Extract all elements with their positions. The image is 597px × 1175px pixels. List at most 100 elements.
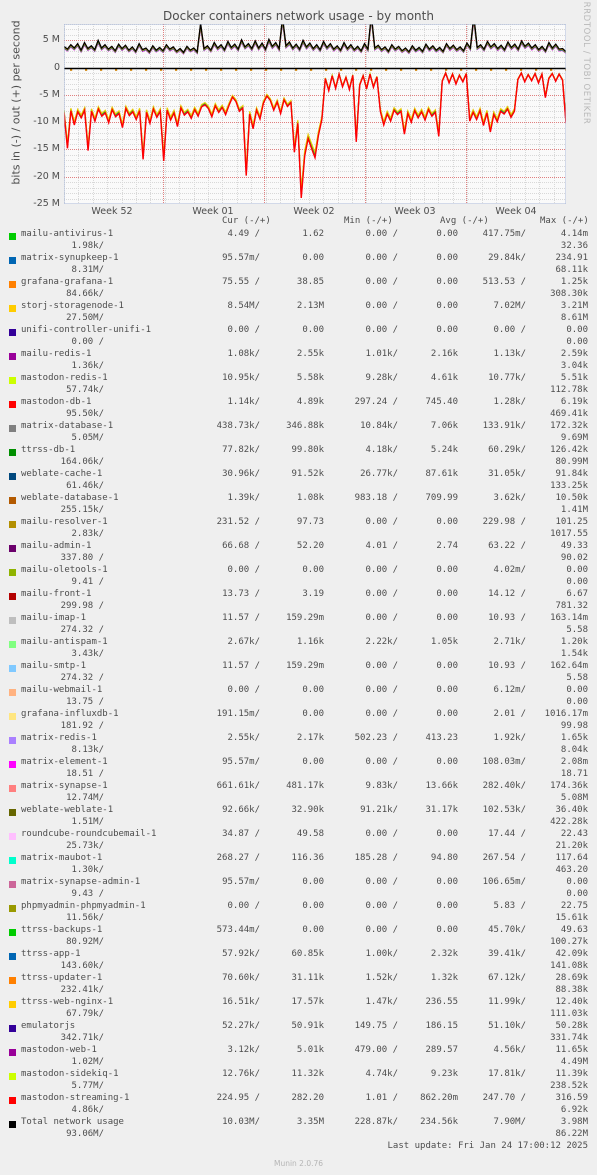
legend-row[interactable]: matrix-redis-1 2.55k/2.17k 502.23 / 413.23 1… (0, 733, 597, 757)
legend-row[interactable]: mailu-smtp-1 11.57 / 159.29m 0.00 / 0.00 10.9… (0, 661, 597, 685)
legend-row[interactable]: mastodon-streaming-1 224.95 / 282.20 1.01 /… (0, 1093, 597, 1117)
legend-value-min-pos: 13.66k (425, 781, 458, 791)
legend-row[interactable]: mailu-front-1 13.73 / 3.19 0.00 / 0.00 14.12 … (0, 589, 597, 613)
legend-value-max-pos: 308.30k (550, 288, 588, 299)
legend-row[interactable]: mailu-oletools-1 0.00 / 0.00 0.00 / 0.00 4.02… (0, 565, 597, 589)
legend-series-label[interactable]: matrix-synapse-1 (21, 781, 108, 793)
legend-row[interactable]: mailu-antispam-1 2.67k/1.16k 2.22k/1.05k 2.… (0, 637, 597, 661)
legend-row[interactable]: mailu-redis-1 1.08k/2.55k 1.01k/2.16k 1.13k… (0, 349, 597, 373)
legend-series-label[interactable]: emulatorjs (21, 1021, 75, 1033)
legend-value-avg-pos: 12.40k (555, 997, 588, 1007)
legend-value-min-pos: 0.00 (436, 253, 458, 263)
legend-value-avg-pos: 2.08m (560, 757, 588, 767)
y-tick-label: 5 M (42, 34, 60, 46)
legend-row[interactable]: matrix-element-1 95.57m/0.00 0.00 / 0.00 108… (0, 757, 597, 781)
legend-series-label[interactable]: ttrss-backups-1 (21, 925, 102, 937)
legend-series-label[interactable]: mailu-smtp-1 (21, 661, 86, 673)
legend-series-label[interactable]: matrix-maubot-1 (21, 853, 102, 865)
legend-series-label[interactable]: storj-storagenode-1 (21, 301, 124, 313)
legend-series-label[interactable]: mastodon-sidekiq-1 (21, 1069, 119, 1081)
legend-series-label[interactable]: mailu-admin-1 (21, 541, 91, 553)
legend-row[interactable]: ttrss-updater-1 70.60k/31.11k 1.52k/1.32k 6… (0, 973, 597, 997)
legend-row[interactable]: ttrss-web-nginx-1 16.51k/17.57k 1.47k/236.… (0, 997, 597, 1021)
legend-row[interactable]: ttrss-app-1 57.92k/60.85k 1.00k/2.32k 39.41… (0, 949, 597, 973)
legend-value-avg-neg: 1.92k/ (493, 733, 526, 743)
legend-series-label[interactable]: weblate-database-1 (21, 493, 119, 505)
legend-row[interactable]: unifi-controller-unifi-1 0.00 /0.00 0.00 /… (0, 325, 597, 349)
legend-series-label[interactable]: mailu-antispam-1 (21, 637, 108, 649)
legend-series-label[interactable]: mastodon-web-1 (21, 1045, 97, 1057)
legend-value-cur-pos: 50.91k (291, 1021, 324, 1031)
legend-row[interactable]: ttrss-backups-1 573.44m/0.00 0.00 / 0.00 45.… (0, 925, 597, 949)
legend-row[interactable]: grafana-influxdb-1 191.15m/0.00 0.00 / 0.00… (0, 709, 597, 733)
legend-row[interactable]: Total network usage 10.03M/3.35M 228.87k/2… (0, 1117, 597, 1141)
legend-row[interactable]: matrix-synapse-admin-1 95.57m/0.00 0.00 / 0… (0, 877, 597, 901)
legend-row[interactable]: matrix-synupkeep-1 95.57m/0.00 0.00 / 0.00 2… (0, 253, 597, 277)
legend-series-label[interactable]: mastodon-streaming-1 (21, 1093, 129, 1105)
legend-value-max-neg: 8.13k/ (71, 744, 104, 755)
legend-series-label[interactable]: unifi-controller-unifi-1 (21, 325, 151, 337)
graph-title: Docker containers network usage - by mon… (163, 9, 434, 23)
legend-row[interactable]: weblate-database-1 1.39k/1.08k 983.18 / 709… (0, 493, 597, 517)
legend-row[interactable]: emulatorjs 52.27k/50.91k 149.75 / 186.15 51.… (0, 1021, 597, 1045)
legend-value-cur-pos: 91.52k (291, 469, 324, 479)
legend-value-avg-neg: 63.22 / (488, 541, 526, 551)
legend-row[interactable]: phpmyadmin-phpmyadmin-1 0.00 / 0.00 0.00 / 0… (0, 901, 597, 925)
legend-value-avg-pos: 6.67 (566, 589, 588, 599)
legend-value-min-pos: 0.00 (436, 925, 458, 935)
legend-series-label[interactable]: mailu-webmail-1 (21, 685, 102, 697)
legend-value-min-neg: 0.00 / (365, 661, 398, 671)
legend-series-label[interactable]: mailu-front-1 (21, 589, 91, 601)
legend-series-label[interactable]: matrix-synapse-admin-1 (21, 877, 140, 889)
legend-value-cur-neg: 0.00 / (227, 901, 260, 911)
legend-series-label[interactable]: phpmyadmin-phpmyadmin-1 (21, 901, 146, 913)
legend-row[interactable]: mailu-resolver-1 231.52 / 97.73 0.00 / 0.00 2… (0, 517, 597, 541)
y-tick-label: -15 M (33, 143, 60, 155)
legend-value-min-neg: 91.21k/ (360, 805, 398, 815)
legend-series-label[interactable]: mailu-imap-1 (21, 613, 86, 625)
legend-row[interactable]: matrix-synapse-1 661.61k/481.17k 9.83k/13.… (0, 781, 597, 805)
legend-row[interactable]: mailu-antivirus-1 4.49 / 1.62 0.00 / 0.00 417… (0, 229, 597, 253)
legend-series-label[interactable]: weblate-cache-1 (21, 469, 102, 481)
legend-row[interactable]: grafana-grafana-1 75.55 / 38.85 0.00 / 0.00 5… (0, 277, 597, 301)
legend-series-label[interactable]: matrix-synupkeep-1 (21, 253, 119, 265)
legend-row[interactable]: storj-storagenode-1 8.54M/2.13M 0.00 / 0.00… (0, 301, 597, 325)
legend-series-label[interactable]: mailu-antivirus-1 (21, 229, 113, 241)
legend-series-label[interactable]: mailu-oletools-1 (21, 565, 108, 577)
legend-row[interactable]: weblate-cache-1 30.96k/91.52k 26.77k/87.61… (0, 469, 597, 493)
legend-series-label[interactable]: ttrss-db-1 (21, 445, 75, 457)
legend-row[interactable]: mastodon-web-1 3.12k/5.01k 479.00 / 289.57 4… (0, 1045, 597, 1069)
legend-row[interactable]: ttrss-db-1 77.82k/99.80k 4.18k/5.24k 60.29k… (0, 445, 597, 469)
legend-series-label[interactable]: mastodon-redis-1 (21, 373, 108, 385)
legend-value-avg-neg: 29.84k/ (488, 253, 526, 263)
legend-color-swatch (9, 976, 16, 984)
legend-series-label[interactable]: ttrss-app-1 (21, 949, 81, 961)
legend-value-min-pos: 2.32k (430, 949, 458, 959)
legend-row[interactable]: matrix-maubot-1 268.27 / 116.36 185.28 / 94.… (0, 853, 597, 877)
legend-series-label[interactable]: mailu-redis-1 (21, 349, 91, 361)
legend-row[interactable]: mailu-webmail-1 0.00 / 0.00 0.00 / 0.00 6.12m… (0, 685, 597, 709)
legend-series-label[interactable]: ttrss-web-nginx-1 (21, 997, 113, 1009)
legend-series-label[interactable]: weblate-weblate-1 (21, 805, 113, 817)
legend-series-label[interactable]: ttrss-updater-1 (21, 973, 102, 985)
legend-series-label[interactable]: grafana-influxdb-1 (21, 709, 119, 721)
legend-series-label[interactable]: mailu-resolver-1 (21, 517, 108, 529)
legend-series-label[interactable]: matrix-redis-1 (21, 733, 97, 745)
legend-series-label[interactable]: mastodon-db-1 (21, 397, 91, 409)
legend-series-label[interactable]: matrix-database-1 (21, 421, 113, 433)
legend-value-avg-pos: 10.50k (555, 493, 588, 503)
legend-row[interactable]: roundcube-roundcubemail-1 34.87 / 49.58 0.0… (0, 829, 597, 853)
legend-row[interactable]: weblate-weblate-1 92.66k/32.90k 91.21k/31.… (0, 805, 597, 829)
legend-row[interactable]: mastodon-redis-1 10.95k/5.58k 9.28k/4.61k 1… (0, 373, 597, 397)
legend-value-max-neg: 12.74M/ (66, 792, 104, 803)
legend-series-label[interactable]: grafana-grafana-1 (21, 277, 113, 289)
legend-row[interactable]: mailu-admin-1 66.68 / 52.20 4.01 / 2.74 63.22… (0, 541, 597, 565)
legend-series-label[interactable]: matrix-element-1 (21, 757, 108, 769)
legend-row[interactable]: mastodon-sidekiq-1 12.76k/11.32k 4.74k/9.2… (0, 1069, 597, 1093)
legend-series-label[interactable]: Total network usage (21, 1117, 124, 1129)
legend-color-swatch (9, 1096, 16, 1104)
legend-row[interactable]: mailu-imap-1 11.57 / 159.29m 0.00 / 0.00 10.9… (0, 613, 597, 637)
legend-row[interactable]: matrix-database-1 438.73k/346.88k 10.84k/7… (0, 421, 597, 445)
legend-row[interactable]: mastodon-db-1 1.14k/4.89k 297.24 / 745.40 1.… (0, 397, 597, 421)
legend-series-label[interactable]: roundcube-roundcubemail-1 (21, 829, 156, 841)
